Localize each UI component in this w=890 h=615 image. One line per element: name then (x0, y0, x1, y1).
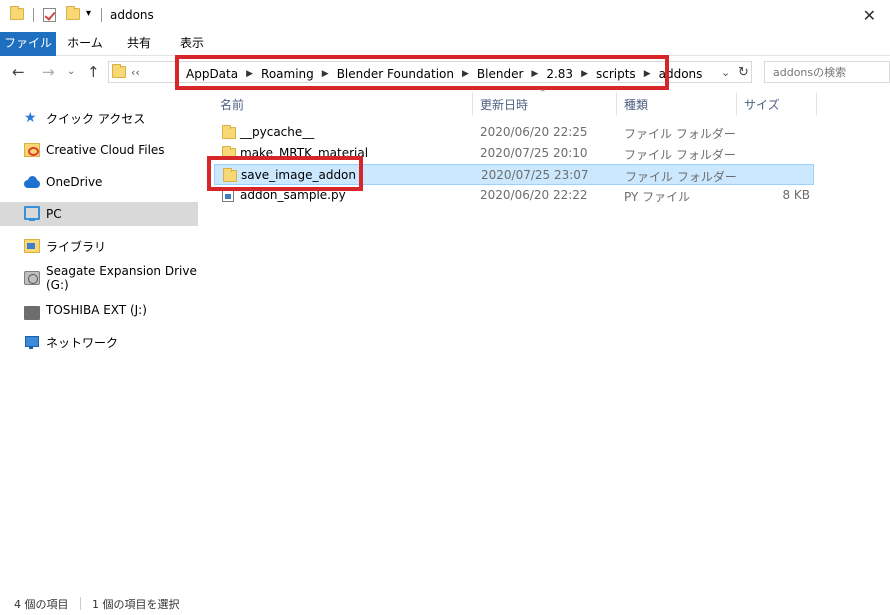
pc-icon (24, 206, 40, 221)
column-header-row: ⌃ 名前 更新日時 種類 サイズ (200, 89, 890, 116)
file-row[interactable]: addon_sample.py 2020/06/20 22:22 PY ファイル… (214, 185, 814, 206)
sidebar-item-label: Creative Cloud Files (46, 143, 165, 157)
sidebar-item-seagate-drive[interactable]: Seagate Expansion Drive (G:) (0, 264, 198, 292)
breadcrumb-scripts[interactable]: scripts (596, 67, 636, 81)
sidebar-item-onedrive[interactable]: OneDrive (0, 170, 198, 194)
column-divider[interactable] (816, 92, 817, 116)
status-divider (80, 597, 81, 610)
tab-file[interactable]: ファイル (0, 32, 56, 56)
separator (101, 8, 102, 22)
folder-icon (222, 146, 236, 160)
file-name: addon_sample.py (240, 188, 346, 202)
breadcrumb-blender[interactable]: Blender (477, 67, 524, 81)
sidebar-item-label: ライブラリ (46, 239, 107, 254)
search-box[interactable] (764, 61, 890, 83)
refresh-icon[interactable]: ↻ (738, 65, 749, 80)
file-name: save_image_addon (241, 168, 357, 182)
file-type: PY ファイル (624, 190, 691, 204)
file-date: 2020/06/20 22:22 (480, 188, 588, 202)
tab-home[interactable]: ホーム (62, 32, 108, 56)
breadcrumb-chevron-icon[interactable]: ▶ (462, 69, 469, 79)
folder-icon (222, 125, 236, 139)
breadcrumb-chevron-icon[interactable]: ▶ (581, 69, 588, 79)
file-size: 8 KB (782, 188, 810, 202)
sidebar-item-quick-access[interactable]: ★ クイック アクセス (0, 106, 198, 130)
tab-share[interactable]: 共有 (118, 32, 160, 56)
sidebar-item-label: Seagate Expansion Drive (G:) (46, 264, 197, 292)
forward-arrow-icon[interactable]: → (42, 63, 55, 81)
status-item-count: 4 個の項目 (14, 598, 69, 611)
column-header-type[interactable]: 種類 (624, 96, 648, 113)
address-overflow[interactable]: ‹‹ (131, 66, 140, 79)
back-arrow-icon[interactable]: ← (12, 63, 25, 81)
address-dropdown-icon[interactable]: ⌄ (721, 66, 730, 79)
file-type: ファイル フォルダー (625, 170, 737, 184)
tab-view[interactable]: 表示 (170, 32, 214, 56)
onedrive-icon (24, 175, 40, 189)
close-icon[interactable]: ✕ (863, 6, 876, 25)
address-row: ← → ⌄ ↑ ‹‹ AppData ▶ Roaming ▶ Blender F… (0, 58, 890, 90)
breadcrumb: AppData ▶ Roaming ▶ Blender Foundation ▶… (186, 67, 702, 81)
file-row-selected[interactable]: save_image_addon 2020/07/25 23:07 ファイル フ… (214, 164, 814, 185)
library-icon (24, 239, 40, 253)
breadcrumb-chevron-icon[interactable]: ▶ (322, 69, 329, 79)
sidebar-item-label: クイック アクセス (46, 111, 146, 126)
new-folder-icon[interactable] (66, 6, 80, 20)
navigation-pane: ★ クイック アクセス Creative Cloud Files OneDriv… (0, 92, 200, 592)
file-date: 2020/06/20 22:25 (480, 125, 588, 139)
separator (33, 8, 34, 22)
sidebar-item-pc[interactable]: PC (0, 202, 198, 226)
column-header-date[interactable]: 更新日時 (480, 96, 528, 113)
breadcrumb-addons[interactable]: addons (659, 67, 703, 81)
sidebar-item-label: PC (46, 207, 62, 221)
properties-icon[interactable] (43, 8, 56, 22)
ribbon: ファイル ホーム 共有 表示 (0, 32, 890, 56)
address-folder-icon (112, 64, 126, 81)
column-divider[interactable] (472, 92, 473, 116)
file-type: ファイル フォルダー (624, 148, 736, 162)
python-file-icon (222, 188, 234, 202)
drive-icon (24, 271, 40, 285)
sidebar-item-library[interactable]: ライブラリ (0, 234, 198, 258)
sidebar-item-network[interactable]: ネットワーク (0, 330, 198, 354)
sidebar-item-label: TOSHIBA EXT (J:) (46, 303, 147, 317)
file-date: 2020/07/25 23:07 (481, 168, 589, 182)
file-name: __pycache__ (240, 125, 315, 139)
file-date: 2020/07/25 20:10 (480, 146, 588, 160)
file-type: ファイル フォルダー (624, 127, 736, 141)
network-icon (24, 335, 40, 349)
breadcrumb-2-83[interactable]: 2.83 (546, 67, 573, 81)
breadcrumb-roaming[interactable]: Roaming (261, 67, 314, 81)
sidebar-item-toshiba-drive[interactable]: TOSHIBA EXT (J:) (0, 298, 198, 322)
column-header-name[interactable]: 名前 (220, 96, 244, 113)
window-title: addons (110, 8, 154, 22)
star-icon: ★ (24, 110, 37, 126)
creative-cloud-icon (24, 143, 40, 157)
quick-access-dropdown-icon[interactable]: ▾ (86, 8, 91, 19)
file-row[interactable]: make_MRTK_material 2020/07/25 20:10 ファイル… (214, 143, 814, 164)
sidebar-item-creative-cloud[interactable]: Creative Cloud Files (0, 138, 198, 162)
search-input[interactable] (765, 62, 889, 82)
file-name: make_MRTK_material (240, 146, 369, 160)
column-divider[interactable] (616, 92, 617, 116)
breadcrumb-appdata[interactable]: AppData (186, 67, 238, 81)
column-header-size[interactable]: サイズ (744, 96, 780, 113)
breadcrumb-chevron-icon[interactable]: ▶ (531, 69, 538, 79)
folder-icon (10, 6, 24, 20)
sidebar-item-label: OneDrive (46, 175, 103, 189)
status-bar: 4 個の項目 1 個の項目を選択 (0, 593, 890, 615)
usb-drive-icon (24, 306, 40, 320)
up-arrow-icon[interactable]: ↑ (87, 63, 100, 81)
breadcrumb-chevron-icon[interactable]: ▶ (644, 69, 651, 79)
column-divider[interactable] (736, 92, 737, 116)
breadcrumb-blender-foundation[interactable]: Blender Foundation (337, 67, 454, 81)
status-selected-count: 1 個の項目を選択 (92, 598, 180, 611)
recent-locations-chevron-icon[interactable]: ⌄ (67, 66, 75, 77)
sidebar-item-label: ネットワーク (46, 335, 119, 350)
title-bar: ▾ addons ✕ (0, 0, 890, 32)
folder-icon (223, 168, 237, 182)
sort-ascending-icon: ⌃ (539, 89, 547, 99)
file-row[interactable]: __pycache__ 2020/06/20 22:25 ファイル フォルダー (214, 122, 814, 143)
breadcrumb-chevron-icon[interactable]: ▶ (246, 69, 253, 79)
